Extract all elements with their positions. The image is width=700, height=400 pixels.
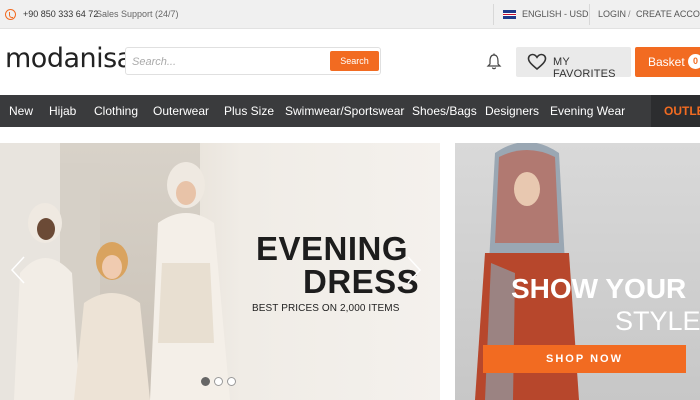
language-selector[interactable]: ENGLISH - USD (522, 9, 589, 19)
chevron-left-icon[interactable] (10, 255, 26, 285)
nav-item-clothing[interactable]: Clothing (94, 104, 138, 118)
basket-label: Basket (648, 55, 685, 69)
search-input[interactable] (132, 52, 322, 72)
search-box: Search (125, 47, 381, 75)
heart-icon (527, 53, 547, 71)
hero-subline: BEST PRICES ON 2,000 ITEMS (252, 303, 400, 314)
nav-item-swimwear-sportswear[interactable]: Swimwear/Sportswear (285, 104, 404, 118)
divider (493, 4, 494, 25)
link-separator: / (628, 9, 631, 19)
bell-icon[interactable] (486, 53, 502, 71)
divider (589, 4, 590, 25)
search-button[interactable]: Search (330, 51, 379, 71)
nav-item-plus-size[interactable]: Plus Size (224, 104, 274, 118)
top-bar: +90 850 333 64 72 Sales Support (24/7) E… (0, 0, 700, 29)
nav-item-outerwear[interactable]: Outerwear (153, 104, 209, 118)
flag-icon (503, 10, 516, 19)
chevron-right-icon[interactable] (406, 255, 422, 285)
logo[interactable]: modanisa (5, 43, 133, 74)
main-nav: New Hijab Clothing Outerwear Plus Size S… (0, 95, 700, 127)
my-favorites-button[interactable]: MY FAVORITES (516, 47, 631, 80)
promo-title-line2: STYLE! (615, 306, 700, 336)
phone-number[interactable]: +90 850 333 64 72 (23, 9, 98, 19)
nav-item-outlet[interactable]: OUTLET (651, 95, 700, 127)
nav-item-designers[interactable]: Designers (485, 104, 539, 118)
favorites-label: MY FAVORITES (553, 56, 616, 80)
nav-item-hijab[interactable]: Hijab (49, 104, 76, 118)
promo-title-line1: SHOW YOUR (511, 273, 687, 304)
sales-support-label: Sales Support (24/7) (96, 9, 179, 19)
basket-button[interactable]: Basket 0 (635, 47, 700, 77)
basket-count-badge: 0 (688, 54, 700, 69)
hero-headline-line2: DRESS (303, 263, 420, 300)
shop-now-button[interactable]: SHOP NOW (483, 345, 686, 373)
slide-dot[interactable] (201, 377, 210, 386)
nav-item-new[interactable]: New (9, 104, 33, 118)
create-account-link[interactable]: CREATE ACCOUNT (636, 9, 700, 19)
nav-item-shoes-bags[interactable]: Shoes/Bags (412, 104, 477, 118)
nav-item-evening-wear[interactable]: Evening Wear (550, 104, 625, 118)
phone-icon (5, 9, 16, 20)
login-link[interactable]: LOGIN (598, 9, 626, 19)
slide-dot[interactable] (227, 377, 236, 386)
hero-models-image (0, 143, 230, 400)
header: modanisa Search MY FAVORITES Basket 0 (0, 30, 700, 94)
promo-banner[interactable]: SHOW YOUR STYLE! SHOP NOW (455, 143, 700, 400)
slide-dot[interactable] (214, 377, 223, 386)
outlet-label: OUTLET (664, 104, 700, 118)
hero-banner[interactable]: EVENING DRESS BEST PRICES ON 2,000 ITEMS (0, 143, 440, 400)
